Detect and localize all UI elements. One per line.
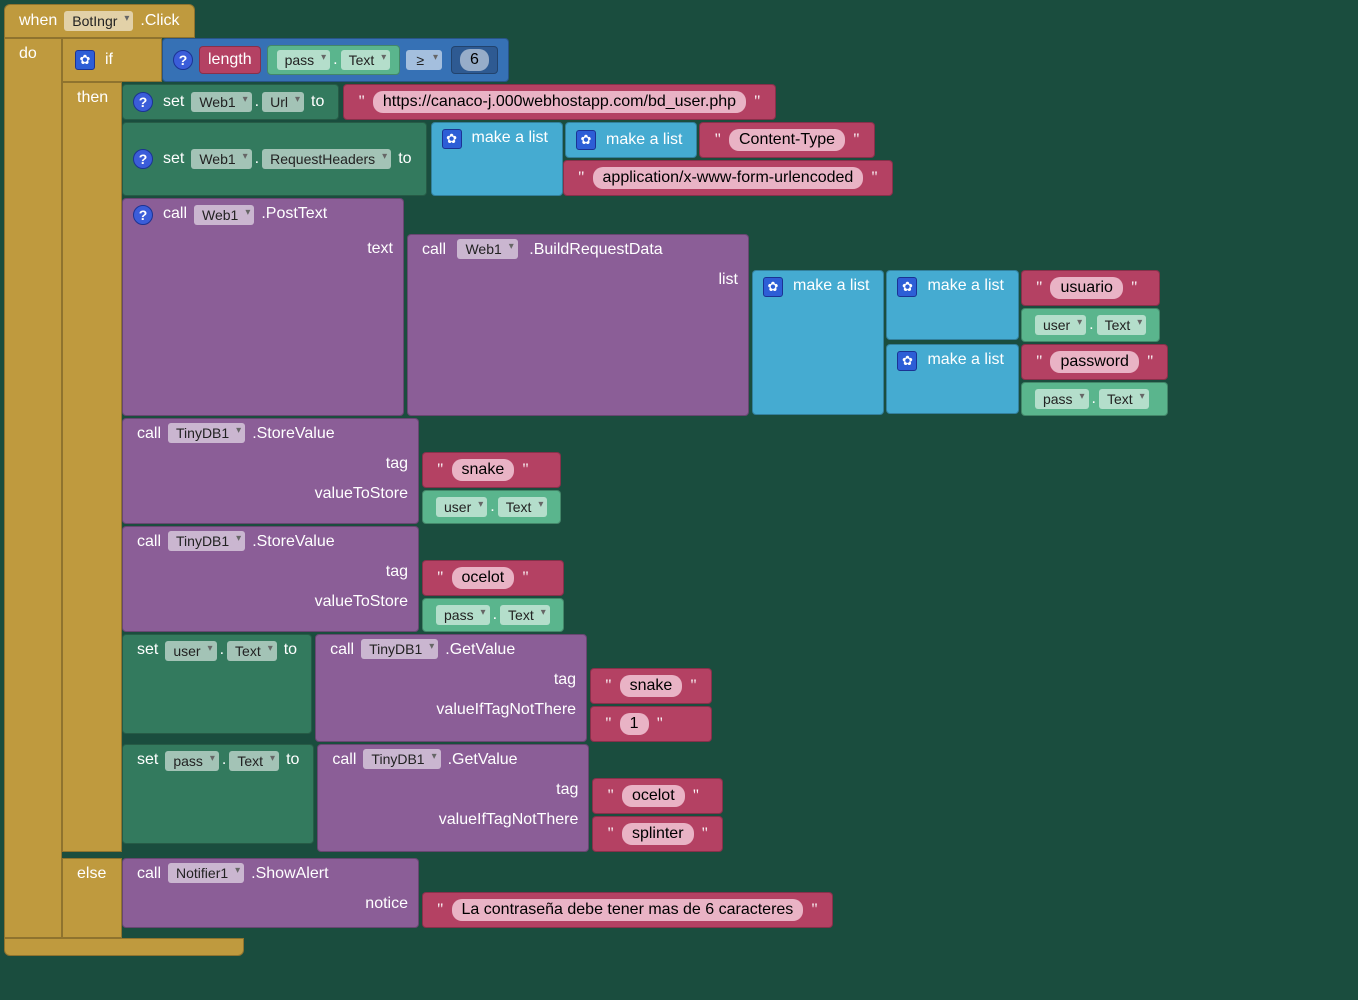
makelist-data[interactable]: ✿ make a list xyxy=(752,270,884,415)
ct-string[interactable]: "Content-Type" xyxy=(699,122,874,158)
set-headers-block[interactable]: ? set Web1. RequestHeaders to xyxy=(122,122,427,196)
else-col: else xyxy=(62,858,122,938)
set-user-text[interactable]: set user.Text to xyxy=(122,634,312,734)
pass-text-block[interactable]: pass . Text xyxy=(267,45,401,75)
gear-icon[interactable]: ✿ xyxy=(75,50,95,70)
gear-icon[interactable]: ✿ xyxy=(576,130,596,150)
dd-text[interactable]: Text xyxy=(341,50,391,70)
if-label: if xyxy=(105,51,113,69)
when-block[interactable]: when BotIngr .Click xyxy=(4,4,195,38)
op-dropdown[interactable]: ≥ xyxy=(406,50,442,70)
gear-icon[interactable]: ✿ xyxy=(442,129,462,149)
num-six: 6 xyxy=(460,49,489,71)
ocelot-string[interactable]: "ocelot" xyxy=(422,560,564,596)
call-buildreq[interactable]: call Web1 .BuildRequestData list xyxy=(407,234,749,416)
help-icon[interactable]: ? xyxy=(133,92,153,112)
makelist-outer[interactable]: ✿ make a list xyxy=(431,122,563,196)
snake-string2[interactable]: "snake" xyxy=(590,668,712,704)
if-left-pad: ✿ if xyxy=(62,38,162,82)
store-snake[interactable]: callTinyDB1.StoreValue tag valueToStore xyxy=(122,418,419,524)
if-condition[interactable]: ? length pass . Text ≥ 6 xyxy=(162,38,509,82)
do-column: do xyxy=(4,38,62,938)
getvalue-ocelot[interactable]: callTinyDB1.GetValue tag valueIfTagNotTh… xyxy=(317,744,589,852)
then-label: then xyxy=(77,89,108,107)
length-block[interactable]: length xyxy=(199,46,261,74)
call-showalert[interactable]: callNotifier1.ShowAlert notice xyxy=(122,858,419,928)
password-string[interactable]: "password" xyxy=(1021,344,1169,380)
getvalue-snake[interactable]: callTinyDB1.GetValue tag valueIfTagNotTh… xyxy=(315,634,587,742)
gear-icon[interactable]: ✿ xyxy=(763,277,783,297)
help-icon[interactable]: ? xyxy=(133,205,153,225)
user-text[interactable]: user.Text xyxy=(1021,308,1160,342)
pass-text2[interactable]: pass.Text xyxy=(422,598,564,632)
block-footer xyxy=(4,938,244,956)
url-string[interactable]: "https://canaco-j.000webhostapp.com/bd_u… xyxy=(343,84,775,120)
alert-string[interactable]: "La contraseña debe tener mas de 6 carac… xyxy=(422,892,833,928)
help-icon[interactable]: ? xyxy=(133,149,153,169)
set-url-block[interactable]: ? set Web1. Url to xyxy=(122,84,339,120)
num-block[interactable]: 6 xyxy=(451,46,498,74)
ocelot-string2[interactable]: "ocelot" xyxy=(592,778,723,814)
pass-text[interactable]: pass.Text xyxy=(1021,382,1169,416)
store-ocelot[interactable]: callTinyDB1.StoreValue tag valueToStore xyxy=(122,526,419,632)
usuario-string[interactable]: "usuario" xyxy=(1021,270,1160,306)
do-label: do xyxy=(19,45,37,63)
click-label: .Click xyxy=(140,12,179,30)
one-string[interactable]: "1" xyxy=(590,706,712,742)
makelist-password[interactable]: ✿make a list xyxy=(886,344,1018,414)
component-dropdown[interactable]: BotIngr xyxy=(64,11,133,31)
set-pass-text[interactable]: set pass.Text to xyxy=(122,744,314,844)
splinter-string[interactable]: "splinter" xyxy=(592,816,723,852)
call-posttext[interactable]: ? call Web1 .PostText text xyxy=(122,198,404,416)
snake-string[interactable]: "snake" xyxy=(422,452,561,488)
ctv-string[interactable]: "application/x-www-form-urlencoded" xyxy=(563,160,893,196)
makelist-usuario[interactable]: ✿make a list xyxy=(886,270,1018,340)
makelist-inner[interactable]: ✿ make a list xyxy=(565,122,697,158)
user-text2[interactable]: user.Text xyxy=(422,490,561,524)
help-icon[interactable]: ? xyxy=(173,50,193,70)
dd-pass[interactable]: pass xyxy=(277,50,331,70)
then-col: then xyxy=(62,82,122,852)
when-label: when xyxy=(19,12,57,30)
